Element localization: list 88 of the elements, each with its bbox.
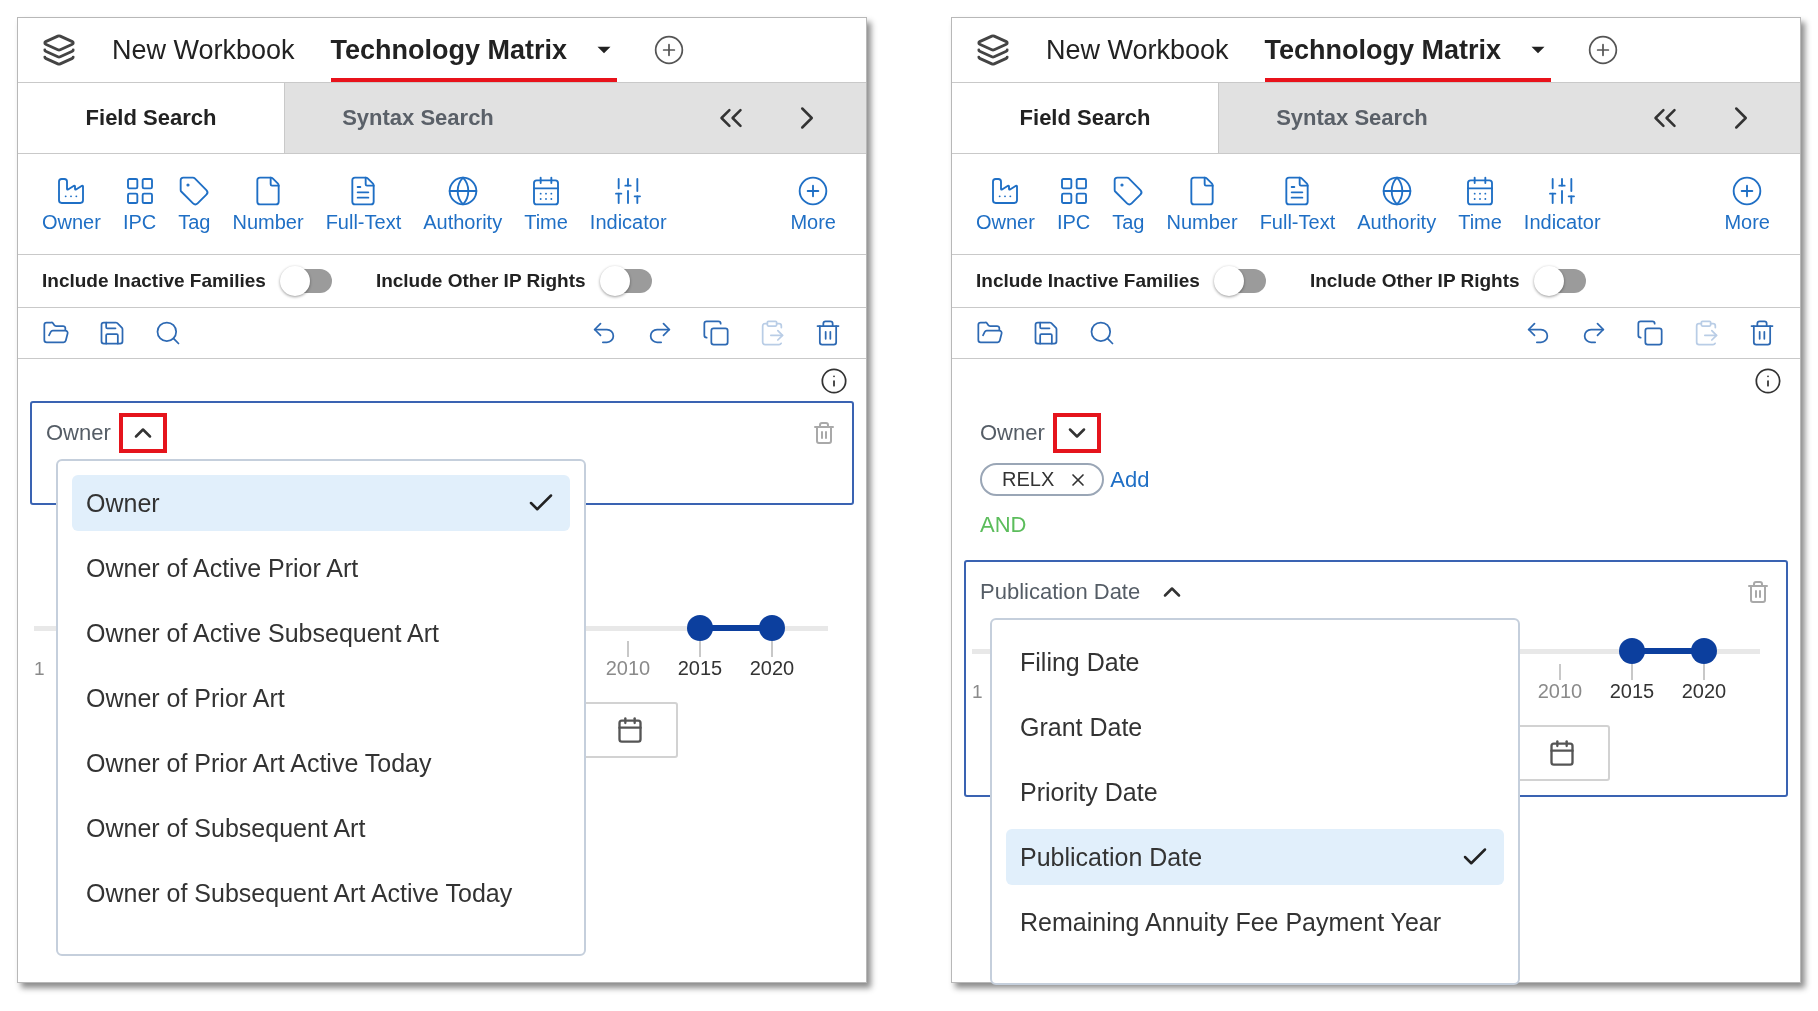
tool-button[interactable]: Tag	[178, 174, 211, 234]
menu-option[interactable]: Remaining Annuity Fee Payment Year	[1006, 894, 1504, 950]
info-icon[interactable]	[820, 367, 848, 395]
tick-label: 2015	[1609, 680, 1655, 703]
workbook-tab[interactable]: New Workbook	[112, 18, 295, 82]
workbook-icon	[42, 33, 76, 67]
save-button[interactable]	[1032, 319, 1060, 347]
tool-button[interactable]: More	[790, 174, 836, 234]
save-button[interactable]	[98, 319, 126, 347]
tool-button[interactable]: Indicator	[1523, 174, 1601, 234]
slider-thumb[interactable]	[1619, 638, 1645, 664]
info-icon[interactable]	[1754, 367, 1782, 395]
toggle-label: Include Inactive Families	[42, 270, 266, 292]
search-tab[interactable]: Field Search	[952, 83, 1219, 153]
menu-option[interactable]: Owner	[72, 475, 570, 531]
workbook-icon	[976, 33, 1010, 67]
tick-label: 1	[972, 681, 983, 703]
toggle-switch[interactable]	[1215, 269, 1266, 293]
tick-label: 2015	[677, 657, 723, 680]
workbook-tab[interactable]: New Workbook	[1046, 18, 1229, 82]
toggle-switch[interactable]	[281, 269, 332, 293]
tool-button[interactable]: Owner	[42, 174, 101, 234]
tool-button[interactable]: Time	[524, 174, 568, 234]
plus-icon	[1731, 174, 1764, 207]
menu-option[interactable]: Owner of Active Subsequent Art	[72, 605, 570, 661]
menu-option[interactable]: Publication Date	[1006, 829, 1504, 885]
delete-button[interactable]	[814, 319, 842, 347]
globe-icon	[446, 174, 479, 207]
chevron-button[interactable]	[1052, 413, 1101, 453]
tag-icon	[178, 174, 211, 207]
search-button[interactable]	[1088, 319, 1116, 347]
tick-label: 1	[34, 658, 45, 680]
menu-option[interactable]: Priority Date	[1006, 764, 1504, 820]
operator-label: AND	[980, 512, 1028, 538]
tool-button[interactable]: Number	[232, 174, 304, 234]
menu-option[interactable]: Owner of Prior Art	[72, 670, 570, 726]
search-tab[interactable]: Field Search	[18, 83, 285, 153]
tick-label: 2020	[749, 657, 795, 680]
calendar-icon	[616, 716, 644, 744]
add-tab-button[interactable]	[1587, 34, 1620, 66]
slider-thumb[interactable]	[759, 615, 785, 641]
calendar-icon	[1464, 174, 1496, 207]
menu-option[interactable]: Filing Date	[1006, 634, 1504, 690]
calendar-icon	[1548, 739, 1576, 767]
toggle-label: Include Other IP Rights	[375, 270, 586, 292]
search-tab[interactable]: Syntax Search	[285, 83, 551, 153]
add-tab-button[interactable]	[653, 34, 686, 66]
tool-button[interactable]: Time	[1458, 174, 1502, 234]
tick-label: 2010	[1537, 680, 1583, 703]
tick-label: 2020	[1681, 680, 1727, 703]
field-label: Owner	[46, 420, 111, 446]
menu-option[interactable]: Owner of Prior Art Active Today	[72, 735, 570, 791]
tool-button[interactable]: Indicator	[589, 174, 667, 234]
globe-icon	[1380, 174, 1413, 207]
tool-button[interactable]: More	[1724, 174, 1770, 234]
tool-button[interactable]: IPC	[1056, 174, 1091, 234]
chip-label: RELX	[1002, 468, 1055, 491]
menu-option[interactable]: Owner of Subsequent Art Active Today	[72, 865, 570, 921]
slider-thumb[interactable]	[687, 615, 713, 641]
toggle-label: Include Other IP Rights	[1309, 270, 1520, 292]
search-tab[interactable]: Syntax Search	[1219, 83, 1485, 153]
menu-option[interactable]: Grant Date	[1006, 699, 1504, 755]
toggle-switch[interactable]	[601, 269, 652, 293]
add-link[interactable]: Add	[1110, 466, 1150, 493]
field-label: Publication Date	[980, 579, 1141, 605]
tool-button[interactable]: Tag	[1112, 174, 1145, 234]
copy-button[interactable]	[1636, 319, 1664, 347]
chevron-button[interactable]	[118, 413, 167, 453]
slider-thumb[interactable]	[1691, 638, 1717, 664]
menu-option[interactable]: Owner of Subsequent Art	[72, 800, 570, 856]
toggle-switch[interactable]	[1535, 269, 1586, 293]
delete-button[interactable]	[1748, 319, 1776, 347]
calendar-icon	[530, 174, 562, 207]
field-label: Owner	[980, 420, 1045, 446]
tool-button[interactable]: Owner	[976, 174, 1035, 234]
tool-button[interactable]: Full-Text	[325, 174, 402, 234]
tool-button[interactable]: Number	[1166, 174, 1238, 234]
menu-option[interactable]: Owner of Active Prior Art	[72, 540, 570, 596]
tag-icon	[1112, 174, 1145, 207]
toggle-label: Include Inactive Families	[976, 270, 1200, 292]
tool-button[interactable]: Authority	[1357, 174, 1437, 234]
plus-icon	[797, 174, 830, 207]
copy-button[interactable]	[702, 319, 730, 347]
search-button[interactable]	[154, 319, 182, 347]
tool-button[interactable]: Authority	[423, 174, 503, 234]
tick-label: 2010	[605, 657, 651, 680]
tool-button[interactable]: IPC	[122, 174, 157, 234]
tool-button[interactable]: Full-Text	[1259, 174, 1336, 234]
